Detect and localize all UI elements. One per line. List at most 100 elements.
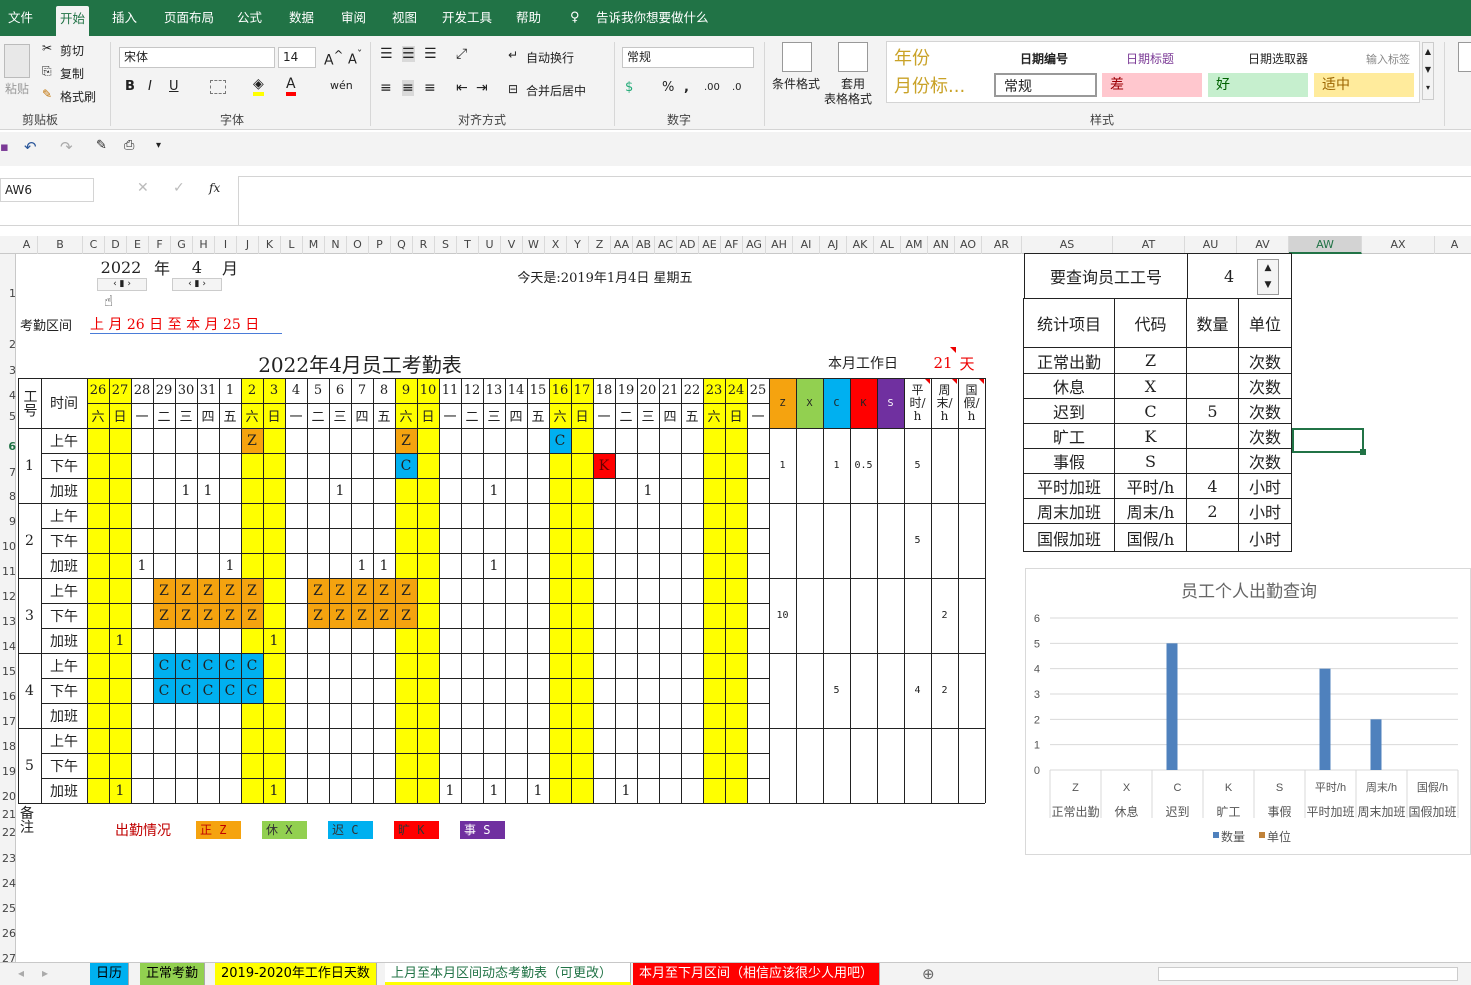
attendance-mark[interactable]: Z bbox=[373, 578, 395, 603]
column-e[interactable]: E bbox=[127, 236, 149, 254]
overtime-mark[interactable]: 1 bbox=[263, 628, 285, 653]
style-bad[interactable]: 差 bbox=[1102, 73, 1202, 97]
attendance-mark[interactable]: Z bbox=[395, 578, 417, 603]
column-ah[interactable]: AH bbox=[766, 236, 793, 254]
row-header-23[interactable]: 23 bbox=[0, 852, 16, 865]
phonetic-icon[interactable]: wén bbox=[330, 79, 353, 92]
style-month[interactable]: 月份标... bbox=[894, 72, 965, 98]
horizontal-scrollbar[interactable] bbox=[1158, 967, 1458, 981]
column-a[interactable]: A bbox=[16, 236, 38, 254]
overtime-mark[interactable]: 1 bbox=[131, 553, 153, 578]
merge-center-button[interactable]: 合并后居中 bbox=[526, 82, 586, 99]
tell-me-search[interactable]: 告诉我你想要做什么 bbox=[592, 0, 713, 36]
attendance-mark[interactable]: Z bbox=[307, 603, 329, 628]
query-cell[interactable]: 次数 bbox=[1238, 398, 1292, 424]
query-cell[interactable]: 2 bbox=[1186, 498, 1239, 524]
align-right-icon[interactable]: ≡ bbox=[424, 80, 436, 96]
query-cell[interactable]: 次数 bbox=[1238, 448, 1292, 474]
column-av[interactable]: AV bbox=[1237, 236, 1289, 254]
attendance-mark[interactable]: Z bbox=[329, 578, 351, 603]
row-header-15[interactable]: 15 bbox=[0, 665, 16, 678]
overtime-mark[interactable]: 1 bbox=[373, 553, 395, 578]
query-cell[interactable]: 次数 bbox=[1238, 347, 1292, 374]
menu-tab[interactable]: 页面布局 bbox=[160, 0, 218, 36]
overtime-mark[interactable]: 1 bbox=[351, 553, 373, 578]
align-middle-icon[interactable]: ☰ bbox=[402, 46, 415, 62]
row-header-13[interactable]: 13 bbox=[0, 615, 16, 628]
fill-color-icon[interactable]: ◈ bbox=[253, 76, 264, 96]
column-d[interactable]: D bbox=[105, 236, 127, 254]
style-good[interactable]: 好 bbox=[1208, 73, 1308, 97]
attendance-mark[interactable]: C bbox=[175, 653, 197, 678]
row-header-18[interactable]: 18 bbox=[0, 740, 16, 753]
attendance-mark[interactable]: Z bbox=[395, 428, 417, 453]
column-ao[interactable]: AO bbox=[955, 236, 982, 254]
attendance-mark[interactable]: Z bbox=[351, 603, 373, 628]
query-cell[interactable] bbox=[1186, 448, 1239, 474]
copy-button[interactable]: 复制 bbox=[60, 65, 84, 82]
column-b[interactable]: B bbox=[38, 236, 83, 254]
column-ax[interactable]: AX bbox=[1362, 236, 1435, 254]
menu-tab[interactable]: 文件 bbox=[4, 0, 37, 36]
year-scrollbar[interactable]: ‹ ▮ › bbox=[97, 278, 147, 291]
column-y[interactable]: Y bbox=[567, 236, 589, 254]
align-top-icon[interactable]: ☰ bbox=[380, 46, 393, 62]
query-cell[interactable] bbox=[1186, 523, 1239, 552]
row-header-22[interactable]: 22 bbox=[0, 826, 16, 839]
column-ae[interactable]: AE bbox=[699, 236, 721, 254]
row-header-11[interactable]: 11 bbox=[0, 565, 16, 578]
row-header-16[interactable]: 16 bbox=[0, 690, 16, 703]
overtime-mark[interactable]: 1 bbox=[483, 778, 505, 803]
attendance-mark[interactable]: Z bbox=[351, 578, 373, 603]
column-af[interactable]: AF bbox=[721, 236, 743, 254]
row-header-2[interactable]: 2 bbox=[0, 338, 16, 351]
tab-workdays[interactable]: 2019-2020年工作日天数 bbox=[215, 963, 377, 985]
row-header-14[interactable]: 14 bbox=[0, 640, 16, 653]
cut-button[interactable]: 剪切 bbox=[60, 42, 84, 59]
query-cell[interactable]: 周末加班 bbox=[1023, 498, 1115, 524]
attendance-mark[interactable]: Z bbox=[373, 603, 395, 628]
column-i[interactable]: I bbox=[215, 236, 237, 254]
query-cell[interactable]: 平时加班 bbox=[1023, 473, 1115, 499]
row-header-17[interactable]: 17 bbox=[0, 715, 16, 728]
font-color-icon[interactable]: A bbox=[286, 76, 296, 96]
query-cell[interactable] bbox=[1186, 423, 1239, 449]
overtime-mark[interactable]: 1 bbox=[329, 478, 351, 503]
insert-icon[interactable] bbox=[1458, 42, 1471, 72]
stat-value[interactable]: 2 bbox=[931, 578, 958, 653]
attendance-mark[interactable]: Z bbox=[329, 603, 351, 628]
row-header-5[interactable]: 5 bbox=[0, 410, 16, 423]
attendance-mark[interactable]: C bbox=[175, 678, 197, 703]
style-date-picker[interactable]: 日期选取器 bbox=[1248, 50, 1308, 67]
column-n[interactable]: N bbox=[325, 236, 347, 254]
table-format-icon[interactable] bbox=[838, 42, 868, 72]
cancel-icon[interactable]: ✕ bbox=[137, 180, 149, 196]
query-header[interactable]: 统计项目 bbox=[1023, 298, 1115, 348]
query-cell[interactable]: 旷工 bbox=[1023, 423, 1115, 449]
enter-icon[interactable]: ✓ bbox=[173, 180, 185, 196]
query-header[interactable]: 单位 bbox=[1238, 298, 1292, 348]
percent-icon[interactable]: % bbox=[662, 80, 674, 95]
paste-icon[interactable] bbox=[4, 44, 30, 78]
attendance-mark[interactable]: Z bbox=[153, 603, 175, 628]
print-preview-icon[interactable]: ⎙ bbox=[124, 138, 134, 153]
formula-input[interactable] bbox=[238, 176, 1471, 226]
query-cell[interactable]: 迟到 bbox=[1023, 398, 1115, 424]
orientation-icon[interactable]: ⤢ bbox=[456, 46, 467, 62]
format-painter-button[interactable]: 格式刷 bbox=[60, 88, 96, 105]
query-spinner[interactable]: ▲ ▼ bbox=[1257, 259, 1279, 295]
overtime-mark[interactable]: 1 bbox=[109, 628, 131, 653]
row-header-25[interactable]: 25 bbox=[0, 902, 16, 915]
query-cell[interactable]: S bbox=[1114, 448, 1187, 474]
overtime-mark[interactable]: 1 bbox=[197, 478, 219, 503]
add-sheet-icon[interactable]: ⊕ bbox=[922, 965, 935, 983]
row-header-10[interactable]: 10 bbox=[0, 540, 16, 553]
comma-icon[interactable]: , bbox=[684, 80, 689, 95]
tab-calendar[interactable]: 日历 bbox=[90, 963, 130, 985]
query-cell[interactable]: 小时 bbox=[1238, 498, 1292, 524]
row-header-12[interactable]: 12 bbox=[0, 590, 16, 603]
attendance-mark[interactable]: Z bbox=[153, 578, 175, 603]
font-size-select[interactable]: 14 bbox=[278, 47, 316, 68]
query-cell[interactable]: 小时 bbox=[1238, 473, 1292, 499]
menu-tab[interactable]: 开始 bbox=[56, 6, 90, 36]
